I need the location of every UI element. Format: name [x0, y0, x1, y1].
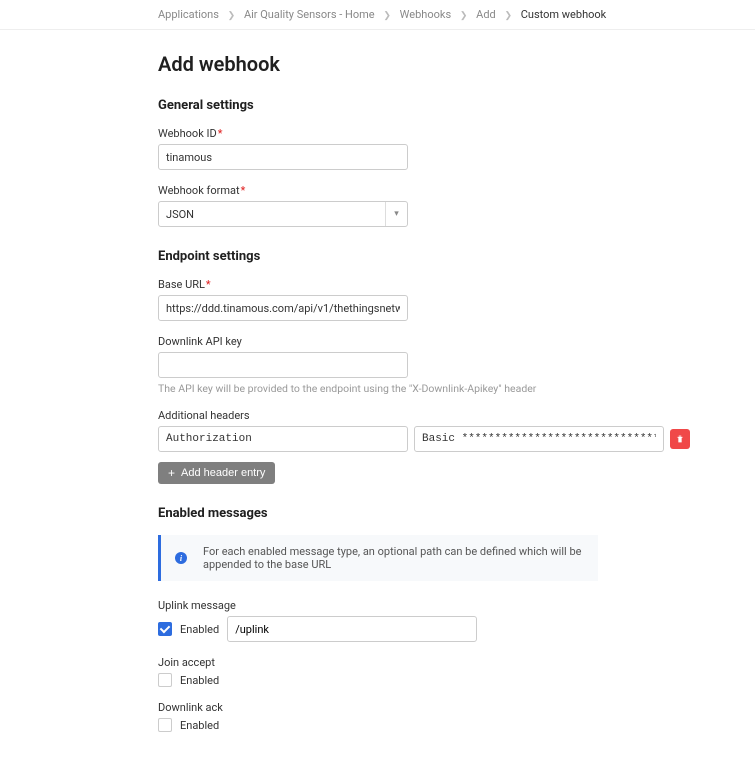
uplink-message-label: Uplink message	[158, 599, 755, 612]
breadcrumb-item[interactable]: Add	[476, 8, 496, 21]
join-enabled-checkbox[interactable]	[158, 673, 172, 687]
downlink-ack-enabled-checkbox[interactable]	[158, 718, 172, 732]
section-general-title: General settings	[158, 98, 755, 113]
webhook-id-label: Webhook ID*	[158, 127, 755, 140]
info-text: For each enabled message type, an option…	[203, 545, 584, 571]
downlink-api-key-hint: The API key will be provided to the endp…	[158, 382, 755, 395]
breadcrumb-item[interactable]: Air Quality Sensors - Home	[244, 8, 375, 21]
delete-header-button[interactable]	[670, 429, 690, 449]
additional-headers-label: Additional headers	[158, 409, 755, 422]
chevron-right-icon: ❯	[460, 11, 468, 21]
trash-icon	[675, 434, 685, 444]
webhook-id-input[interactable]	[158, 144, 408, 170]
chevron-right-icon: ❯	[504, 11, 512, 21]
uplink-enabled-label: Enabled	[180, 623, 219, 636]
webhook-format-select[interactable]	[158, 201, 408, 227]
join-enabled-label: Enabled	[180, 674, 219, 687]
chevron-right-icon: ❯	[383, 11, 391, 21]
breadcrumb-item[interactable]: Webhooks	[400, 8, 451, 21]
plus-icon: +	[168, 467, 175, 479]
base-url-label: Base URL*	[158, 278, 755, 291]
chevron-right-icon: ❯	[228, 11, 236, 21]
info-banner: i For each enabled message type, an opti…	[158, 535, 598, 581]
webhook-format-label: Webhook format*	[158, 184, 755, 197]
join-accept-label: Join accept	[158, 656, 755, 669]
info-icon: i	[175, 552, 187, 564]
uplink-enabled-checkbox[interactable]	[158, 622, 172, 636]
downlink-api-key-label: Downlink API key	[158, 335, 755, 348]
breadcrumb-current: Custom webhook	[521, 8, 607, 21]
page-title: Add webhook	[158, 52, 755, 76]
add-header-button[interactable]: + Add header entry	[158, 462, 275, 484]
base-url-input[interactable]	[158, 295, 408, 321]
downlink-ack-label: Downlink ack	[158, 701, 755, 714]
downlink-api-key-input[interactable]	[158, 352, 408, 378]
breadcrumb: Applications ❯ Air Quality Sensors - Hom…	[0, 0, 755, 30]
downlink-ack-enabled-label: Enabled	[180, 719, 219, 732]
header-key-input[interactable]	[158, 426, 408, 452]
breadcrumb-item[interactable]: Applications	[158, 8, 219, 21]
header-value-input[interactable]	[414, 426, 664, 452]
header-row	[158, 426, 755, 452]
section-enabled-title: Enabled messages	[158, 506, 755, 521]
section-endpoint-title: Endpoint settings	[158, 249, 755, 264]
uplink-path-input[interactable]	[227, 616, 477, 642]
